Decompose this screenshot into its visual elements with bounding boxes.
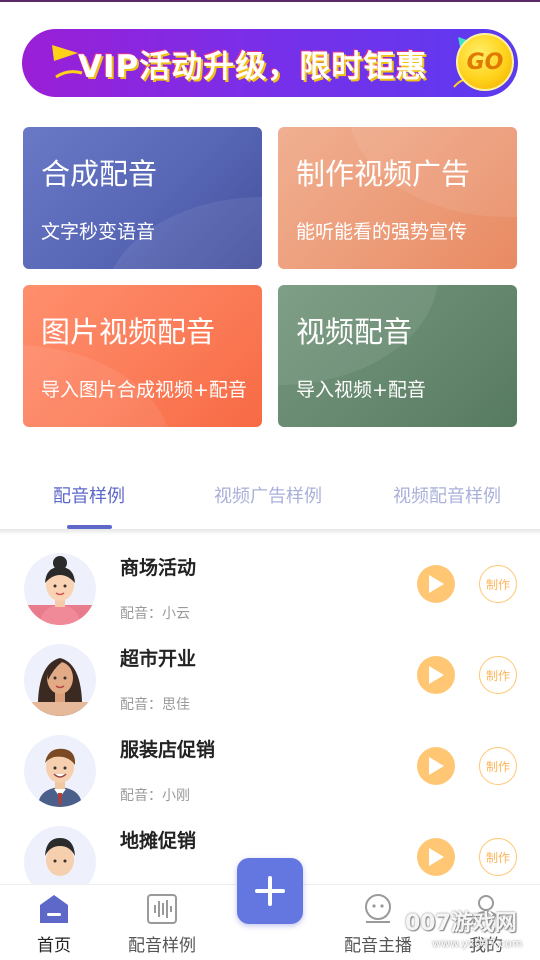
play-icon <box>429 666 444 684</box>
sample-tabs: 配音样例 视频广告样例 视频配音样例 <box>0 470 540 530</box>
avatar <box>24 644 96 716</box>
item-voice: 配音：思佳 <box>120 697 190 713</box>
card-title: 图片视频配音 <box>41 315 216 349</box>
item-title: 超市开业 <box>120 648 197 670</box>
nav-label: 首页 <box>37 936 71 956</box>
create-button[interactable] <box>237 858 303 924</box>
nav-voice-samples[interactable]: 配音样例 <box>112 885 212 960</box>
play-icon <box>429 575 444 593</box>
card-video-voice[interactable]: 视频配音 导入视频+配音 <box>278 285 517 427</box>
divider <box>0 529 540 535</box>
card-title: 合成配音 <box>41 157 158 191</box>
item-title: 地摊促销 <box>120 830 197 852</box>
play-button[interactable] <box>417 565 455 603</box>
home-icon <box>40 895 68 923</box>
tab-video-voice-samples[interactable]: 视频配音样例 <box>393 482 501 508</box>
status-bar-line <box>0 0 540 2</box>
make-button[interactable]: 制作 <box>479 656 517 694</box>
make-button[interactable]: 制作 <box>479 747 517 785</box>
nav-label: 配音样例 <box>128 936 196 956</box>
play-button[interactable] <box>417 747 455 785</box>
card-subtitle: 导入视频+配音 <box>296 379 426 401</box>
make-button[interactable]: 制作 <box>479 565 517 603</box>
item-voice: 配音：小云 <box>120 606 190 622</box>
play-button[interactable] <box>417 838 455 876</box>
card-subtitle: 能听能看的强势宣传 <box>296 221 468 243</box>
card-subtitle: 导入图片合成视频+配音 <box>41 379 247 401</box>
play-icon <box>429 848 444 866</box>
play-button[interactable] <box>417 656 455 694</box>
watermark: 007游戏网 <box>405 911 517 936</box>
list-item[interactable]: 商场活动 配音：小云 制作 <box>0 553 540 643</box>
item-voice: 配音：小刚 <box>120 788 190 804</box>
tab-voice-samples[interactable]: 配音样例 <box>53 482 125 508</box>
card-subtitle: 文字秒变语音 <box>41 221 156 243</box>
item-title: 服装店促销 <box>120 739 216 761</box>
card-synthesize-voice[interactable]: 合成配音 文字秒变语音 <box>23 127 262 269</box>
item-title: 商场活动 <box>120 557 197 579</box>
list-item[interactable]: 服装店促销 配音：小刚 制作 <box>0 735 540 825</box>
robot-face-icon <box>365 894 391 923</box>
watermark-url: www.yx007.com <box>432 937 523 950</box>
go-button[interactable]: GO <box>456 33 514 91</box>
make-button[interactable]: 制作 <box>479 838 517 876</box>
plus-icon <box>255 876 285 906</box>
vip-promo-banner[interactable]: VIP活动升级，限时钜惠 <box>22 29 518 97</box>
card-image-video-voice[interactable]: 图片视频配音 导入图片合成视频+配音 <box>23 285 262 427</box>
nav-home[interactable]: 首页 <box>4 885 104 960</box>
tab-video-ad-samples[interactable]: 视频广告样例 <box>214 482 322 508</box>
avatar <box>24 735 96 807</box>
avatar <box>24 553 96 625</box>
card-make-video-ad[interactable]: 制作视频广告 能听能看的强势宣传 <box>278 127 517 269</box>
list-item[interactable]: 超市开业 配音：思佳 制作 <box>0 644 540 734</box>
card-title: 制作视频广告 <box>296 157 471 191</box>
card-title: 视频配音 <box>296 315 413 349</box>
banner-text: VIP活动升级，限时钜惠 <box>78 49 428 85</box>
waveform-icon <box>147 894 177 924</box>
play-icon <box>429 757 444 775</box>
